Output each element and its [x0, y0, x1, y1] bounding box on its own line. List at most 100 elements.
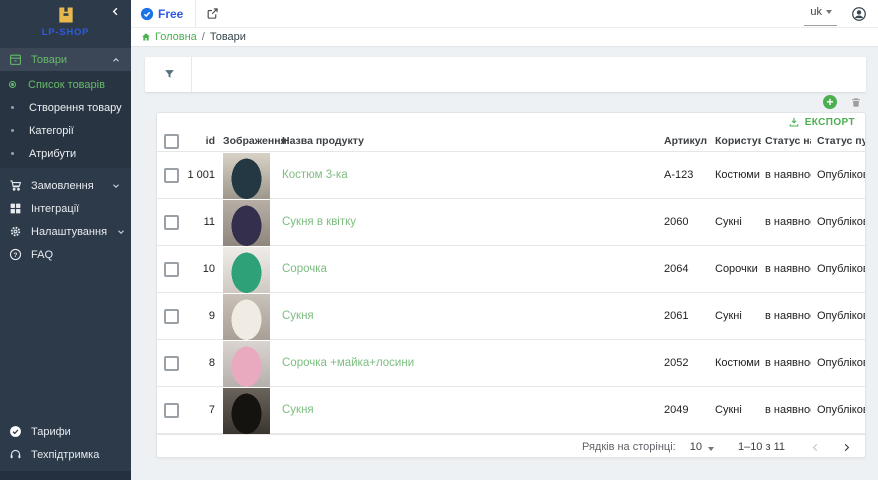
sidebar-item-categories[interactable]: Категорії: [0, 119, 131, 142]
breadcrumb-home-link[interactable]: Головна: [141, 31, 197, 43]
cell-category: Костюми: [709, 357, 761, 369]
export-row: ЕКСПОРТ: [157, 113, 865, 131]
language-value: uk: [810, 6, 822, 18]
cell-stock-status: в наявності: [761, 404, 811, 416]
rows-per-page-label: Рядків на сторінці:: [582, 441, 676, 453]
product-name-link[interactable]: Сукня в квітку: [282, 216, 356, 228]
sidebar-item-products[interactable]: Товари: [0, 48, 131, 71]
pagination: Рядків на сторінці: 10 1–10 з 11: [157, 434, 865, 458]
sidebar-item-label: Товари: [31, 54, 67, 66]
next-page-button[interactable]: [840, 441, 853, 454]
apps-grid-icon: [8, 202, 22, 215]
sidebar-logo: LP-SHOP: [0, 0, 131, 48]
sidebar-item-integrations[interactable]: Інтеграції: [0, 197, 131, 220]
cell-id: 7: [181, 404, 215, 416]
pagination-range: 1–10 з 11: [738, 441, 785, 453]
chevron-left-icon: [809, 441, 822, 454]
cell-stock-status: в наявності: [761, 169, 811, 181]
chevron-left-icon: [110, 6, 121, 17]
table-actions: +: [145, 92, 866, 112]
cell-publish-status: Опубліковано: [811, 169, 865, 181]
download-icon: [788, 116, 800, 128]
filter-toolbar: [145, 57, 866, 92]
sidebar-item-label: Замовлення: [31, 180, 94, 192]
product-name-link[interactable]: Костюм 3-ка: [282, 169, 348, 181]
cell-category: Сукні: [709, 216, 761, 228]
row-checkbox[interactable]: [164, 356, 179, 371]
product-name-link[interactable]: Сукня: [282, 404, 314, 416]
previous-page-button[interactable]: [809, 441, 822, 454]
filter-button[interactable]: [163, 68, 176, 81]
trash-icon: [850, 96, 862, 109]
cell-stock-status: в наявності: [761, 310, 811, 322]
products-box-icon: [8, 53, 22, 66]
verified-badge-icon: [8, 425, 22, 438]
export-button[interactable]: ЕКСПОРТ: [788, 116, 855, 128]
sidebar-subitem-label: Список товарів: [28, 79, 105, 91]
product-thumbnail: [223, 247, 270, 293]
sidebar-collapse-button[interactable]: [110, 6, 121, 17]
plan-label: Free: [158, 7, 183, 21]
cell-publish-status: Опубліковано: [811, 216, 865, 228]
caret-down-icon: [708, 447, 714, 451]
cell-stock-status: в наявності: [761, 263, 811, 275]
filter-divider: [191, 57, 192, 92]
column-header-id: id: [181, 135, 215, 147]
select-all-checkbox[interactable]: [164, 134, 179, 149]
breadcrumb-separator: /: [202, 31, 205, 43]
sidebar-subitem-label: Атрибути: [29, 148, 76, 160]
sidebar-item-tariffs[interactable]: Тарифи: [0, 420, 131, 443]
account-avatar-button[interactable]: [851, 6, 867, 22]
cell-id: 8: [181, 357, 215, 369]
gear-icon: [8, 225, 22, 238]
breadcrumb: Головна / Товари: [131, 28, 878, 47]
breadcrumb-current: Товари: [210, 31, 246, 43]
sidebar-bottom-section: Тарифи Техпідтримка: [0, 420, 131, 471]
add-product-button[interactable]: +: [823, 95, 837, 109]
cell-sku: 2061: [656, 310, 709, 322]
cell-id: 10: [181, 263, 215, 275]
row-checkbox[interactable]: [164, 309, 179, 324]
sidebar-item-orders[interactable]: Замовлення: [0, 174, 131, 197]
product-name-link[interactable]: Сорочка: [282, 263, 327, 275]
row-checkbox[interactable]: [164, 262, 179, 277]
cell-publish-status: Опубліковано: [811, 310, 865, 322]
bullet-icon: [11, 129, 14, 132]
sidebar-item-faq[interactable]: ? FAQ: [0, 243, 131, 266]
cell-id: 11: [181, 216, 215, 228]
cell-publish-status: Опубліковано: [811, 357, 865, 369]
plan-badge[interactable]: Free: [140, 7, 183, 21]
sidebar-item-attributes[interactable]: Атрибути: [0, 142, 131, 165]
chevron-up-icon: [111, 55, 121, 65]
product-thumbnail: [223, 388, 270, 434]
sidebar-item-settings[interactable]: Налаштування: [0, 220, 131, 243]
row-checkbox[interactable]: [164, 403, 179, 418]
open-in-new-button[interactable]: [206, 7, 219, 20]
sidebar-item-product-create[interactable]: Створення товару: [0, 96, 131, 119]
chevron-down-icon: [116, 227, 126, 237]
column-header-published: Статус пуб…: [811, 135, 865, 147]
sidebar-item-support[interactable]: Техпідтримка: [0, 443, 131, 466]
cell-id: 1 001: [181, 169, 215, 181]
language-select[interactable]: uk: [804, 3, 837, 26]
delete-button[interactable]: [850, 96, 862, 109]
row-checkbox[interactable]: [164, 168, 179, 183]
cell-publish-status: Опубліковано: [811, 404, 865, 416]
row-checkbox[interactable]: [164, 215, 179, 230]
table-row: 9 Сукня 2061 Сукні в наявності Опубліков…: [157, 293, 865, 340]
cell-category: Сукні: [709, 404, 761, 416]
topbar-divider: [195, 0, 196, 27]
sidebar-item-label: FAQ: [31, 249, 53, 261]
table-row: 7 Сукня 2049 Сукні в наявності Опубліков…: [157, 387, 865, 434]
sidebar-item-product-list[interactable]: Список товарів: [0, 73, 131, 96]
export-label: ЕКСПОРТ: [805, 117, 855, 128]
rows-per-page-select[interactable]: 10: [690, 441, 714, 453]
cell-stock-status: в наявності: [761, 216, 811, 228]
table-row: 8 Сорочка +майка+лосини 2052 Костюми в н…: [157, 340, 865, 387]
cell-sku: А-123: [656, 169, 709, 181]
product-name-link[interactable]: Сукня: [282, 310, 314, 322]
product-name-link[interactable]: Сорочка +майка+лосини: [282, 357, 414, 369]
sidebar-item-label: Інтеграції: [31, 203, 79, 215]
column-header-name: Назва продукту: [276, 135, 656, 147]
products-submenu: Список товарів Створення товару Категорі…: [0, 71, 131, 168]
